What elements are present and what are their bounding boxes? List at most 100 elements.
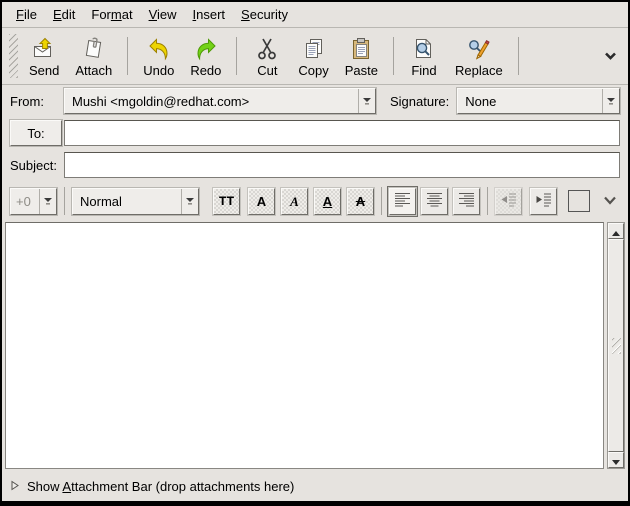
signature-select[interactable]: None: [457, 88, 620, 114]
copy-icon: [301, 36, 327, 62]
from-select[interactable]: Mushi <mgoldin@redhat.com>: [64, 88, 376, 114]
to-button[interactable]: To:: [10, 120, 62, 146]
toolbar-separator: [236, 37, 237, 75]
combo-arrow-icon: [358, 89, 375, 113]
indent-button[interactable]: [530, 188, 557, 215]
format-separator: [64, 187, 65, 215]
undo-icon: [146, 36, 172, 62]
arrow-up-icon: [612, 224, 620, 239]
from-row: From: Mushi <mgoldin@redhat.com> Signatu…: [2, 85, 628, 117]
toolbar-separator: [393, 37, 394, 75]
align-center-icon: [425, 190, 444, 212]
combo-arrow-icon: [602, 89, 619, 113]
menu-file[interactable]: File: [8, 4, 45, 25]
find-label: Find: [411, 63, 436, 78]
menu-insert[interactable]: Insert: [185, 4, 234, 25]
from-label: From:: [10, 94, 64, 109]
send-label: Send: [29, 63, 59, 78]
vertical-scrollbar[interactable]: [607, 222, 625, 469]
bold-toggle-button[interactable]: A: [248, 188, 275, 215]
copy-label: Copy: [298, 63, 328, 78]
combo-arrow-icon: [39, 189, 56, 214]
message-body-area: [5, 222, 625, 469]
subject-input[interactable]: [64, 152, 620, 178]
copy-button[interactable]: Copy: [290, 31, 336, 81]
menu-format[interactable]: Format: [83, 4, 140, 25]
mail-composer-window: File Edit Format View Insert Security Se…: [0, 0, 630, 506]
replace-button[interactable]: Replace: [447, 31, 511, 81]
align-center-button[interactable]: [421, 188, 448, 215]
format-toolbar: +0 Normal TT A A A A: [2, 181, 628, 221]
main-toolbar: Send Attach Undo: [2, 28, 628, 85]
strikethrough-toggle-button[interactable]: A: [347, 188, 374, 215]
attachment-bar-toggle[interactable]: Show Attachment Bar (drop attachments he…: [2, 471, 628, 501]
expander-triangle-icon[interactable]: [11, 479, 19, 494]
scrollbar-thumb[interactable]: [608, 239, 624, 452]
send-icon: [31, 36, 57, 62]
find-icon: [411, 36, 437, 62]
font-size-value: +0: [11, 189, 39, 214]
italic-icon: A: [290, 195, 299, 208]
bold-icon: A: [257, 195, 266, 208]
subject-label: Subject:: [10, 158, 64, 173]
format-overflow-button[interactable]: [602, 194, 618, 209]
cut-button[interactable]: Cut: [244, 31, 290, 81]
menu-bar: File Edit Format View Insert Security: [2, 2, 628, 28]
paste-label: Paste: [345, 63, 378, 78]
subject-row: Subject:: [2, 149, 628, 181]
send-button[interactable]: Send: [21, 31, 67, 81]
redo-icon: [193, 36, 219, 62]
align-right-button[interactable]: [453, 188, 480, 215]
arrow-down-icon: [612, 453, 620, 468]
undo-button[interactable]: Undo: [135, 31, 182, 81]
font-size-select[interactable]: +0: [10, 188, 57, 215]
signature-value: None: [458, 89, 602, 113]
toolbar-overflow-button[interactable]: [603, 49, 618, 64]
replace-label: Replace: [455, 63, 503, 78]
menu-security[interactable]: Security: [233, 4, 296, 25]
unindent-icon: [499, 190, 518, 212]
from-value: Mushi <mgoldin@redhat.com>: [65, 89, 358, 113]
attachment-bar-label: Show Attachment Bar (drop attachments he…: [27, 479, 294, 494]
strikethrough-icon: A: [356, 195, 365, 208]
attach-label: Attach: [75, 63, 112, 78]
toolbar-separator: [518, 37, 519, 75]
menu-edit[interactable]: Edit: [45, 4, 83, 25]
attach-button[interactable]: Attach: [67, 31, 120, 81]
to-input[interactable]: [64, 120, 620, 146]
align-right-icon: [457, 190, 476, 212]
find-button[interactable]: Find: [401, 31, 447, 81]
to-row: To:: [2, 117, 628, 149]
typewriter-icon: TT: [219, 195, 235, 208]
toolbar-grip-handle[interactable]: [9, 34, 18, 78]
cut-label: Cut: [257, 63, 277, 78]
font-color-swatch[interactable]: [568, 190, 590, 212]
toolbar-separator: [127, 37, 128, 75]
redo-button[interactable]: Redo: [182, 31, 229, 81]
paste-button[interactable]: Paste: [337, 31, 386, 81]
italic-toggle-button[interactable]: A: [281, 188, 308, 215]
paragraph-style-value: Normal: [73, 189, 181, 214]
underline-icon: A: [323, 195, 332, 208]
menu-view[interactable]: View: [141, 4, 185, 25]
redo-label: Redo: [190, 63, 221, 78]
signature-label: Signature:: [390, 94, 449, 109]
scroll-up-button[interactable]: [608, 223, 624, 239]
unindent-button[interactable]: [495, 188, 522, 215]
align-left-icon: [393, 190, 412, 212]
chevron-down-icon: [602, 194, 618, 209]
typewriter-toggle-button[interactable]: TT: [213, 188, 240, 215]
scrollbar-grip: [612, 338, 621, 354]
scroll-down-button[interactable]: [608, 452, 624, 468]
paste-icon: [348, 36, 374, 62]
format-separator: [487, 187, 488, 215]
attach-icon: [81, 36, 107, 62]
message-body-input[interactable]: [5, 222, 604, 469]
cut-icon: [254, 36, 280, 62]
combo-arrow-icon: [181, 189, 198, 214]
indent-icon: [534, 190, 553, 212]
replace-icon: [466, 36, 492, 62]
align-left-button[interactable]: [389, 188, 416, 215]
paragraph-style-select[interactable]: Normal: [72, 188, 199, 215]
underline-toggle-button[interactable]: A: [314, 188, 341, 215]
